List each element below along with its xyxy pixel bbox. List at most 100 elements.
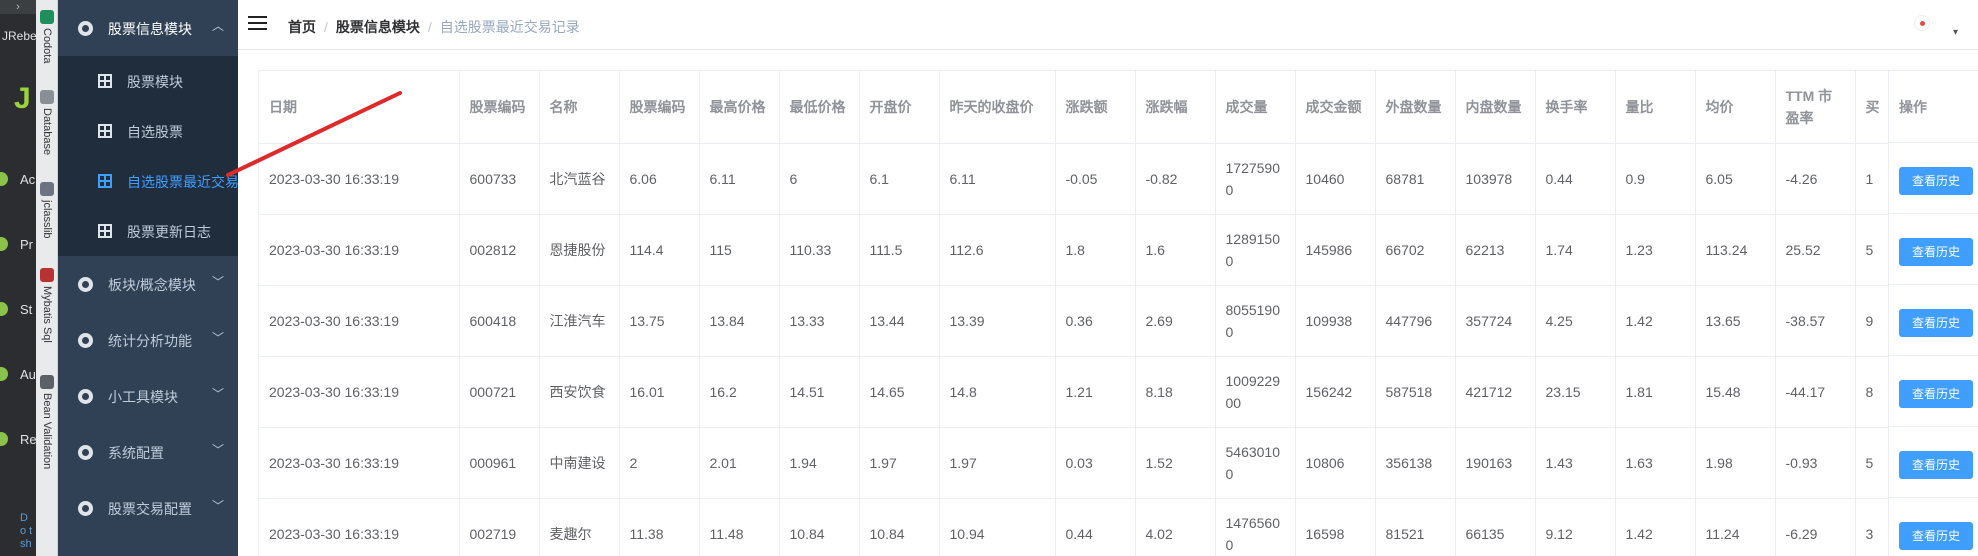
caret-down-icon[interactable]: ▾ xyxy=(1953,27,1958,38)
data-table: 日期 股票编码 名称 股票编码 最高价格 最低价格 开盘价 昨天的收盘价 涨跌额 涨跌幅 成交量 成交… xyxy=(259,71,1896,556)
table-cell: 10.84 xyxy=(859,498,940,556)
sidebar-item-update-log[interactable]: 股票更新日志 xyxy=(58,206,238,256)
table-cell: 23.15 xyxy=(1535,356,1616,428)
table-cell: 中南建设 xyxy=(539,427,620,499)
view-history-button[interactable]: 查看历史 xyxy=(1899,522,1973,550)
bean-validation-icon xyxy=(40,375,54,389)
hamburger-menu-icon[interactable] xyxy=(248,16,267,31)
tool-database[interactable]: Database xyxy=(37,90,57,155)
menu-group-icon xyxy=(78,277,93,292)
table-cell: 6.11 xyxy=(699,143,780,215)
table-cell: 16.01 xyxy=(619,356,700,428)
table-cell: 103978 xyxy=(1455,143,1536,215)
avatar[interactable] xyxy=(1914,15,1930,31)
table-cell: 17275900 xyxy=(1215,143,1296,215)
table-row: 2023-03-30 16:33:19 000961 中南建设 2 2.01 1.94 1.… xyxy=(259,427,1896,499)
ide-item[interactable]: St xyxy=(0,300,36,320)
check-icon xyxy=(0,302,8,316)
arrow-line xyxy=(226,91,402,177)
tool-bean-validation[interactable]: Bean Validation xyxy=(37,375,57,469)
table-cell: 13.39 xyxy=(939,285,1056,357)
table-cell: 0.44 xyxy=(1055,498,1136,556)
table-cell: 6.1 xyxy=(859,143,940,215)
table-cell: 66702 xyxy=(1375,214,1456,286)
ide-item[interactable]: Re xyxy=(0,430,37,450)
table-cell: 13.65 xyxy=(1695,285,1776,357)
check-icon xyxy=(0,432,8,446)
chevron-up-icon: ︿ xyxy=(211,19,224,33)
table-row: 2023-03-30 16:33:19 600418 江淮汽车 13.75 13.84 1… xyxy=(259,285,1896,357)
table-cell: 109938 xyxy=(1295,285,1376,357)
table-cell: -0.05 xyxy=(1055,143,1136,215)
table-cell: 13.44 xyxy=(859,285,940,357)
sidebar-item-stock-module[interactable]: 股票模块 xyxy=(58,56,238,106)
chevron-down-icon: ﹀ xyxy=(211,331,224,345)
table-cell: 13.84 xyxy=(699,285,780,357)
operation-header: 操作 xyxy=(1889,71,1978,143)
sidebar-group-stock-info[interactable]: 股票信息模块 ︿ xyxy=(58,0,238,56)
table-cell: 1.8 xyxy=(1055,214,1136,286)
table-icon xyxy=(98,124,112,138)
sidebar-group-sector[interactable]: 板块/概念模块 ﹀ xyxy=(58,256,238,312)
table-cell: 9.12 xyxy=(1535,498,1616,556)
table-cell: 2023-03-30 16:33:19 xyxy=(259,427,460,499)
sidebar-item-recent-trades[interactable]: 自选股票最近交易记录 xyxy=(58,156,238,206)
check-icon xyxy=(0,237,8,251)
table-cell: 13.33 xyxy=(779,285,860,357)
sidebar-group-system-config[interactable]: 系统配置 ﹀ xyxy=(58,424,238,480)
table-cell: 145986 xyxy=(1295,214,1376,286)
ide-item[interactable]: Au xyxy=(0,365,36,385)
view-history-button[interactable]: 查看历史 xyxy=(1899,309,1973,337)
tool-jclasslib[interactable]: jclasslib xyxy=(37,182,57,239)
breadcrumb-module[interactable]: 股票信息模块 xyxy=(336,19,420,35)
table-cell: 10.84 xyxy=(779,498,860,556)
ide-item[interactable]: Pr xyxy=(0,235,36,255)
table-cell: 0.03 xyxy=(1055,427,1136,499)
table-cell: 110.33 xyxy=(779,214,860,286)
table-cell: 恩捷股份 xyxy=(539,214,620,286)
table-cell: -6.29 xyxy=(1775,498,1856,556)
view-history-button[interactable]: 查看历史 xyxy=(1899,167,1973,195)
view-history-button[interactable]: 查看历史 xyxy=(1899,238,1973,266)
sidebar-group-statistics[interactable]: 统计分析功能 ﹀ xyxy=(58,312,238,368)
column-header: 开盘价 xyxy=(859,71,940,144)
navbar: 首页 / 股票信息模块 / 自选股票最近交易记录 ▾ xyxy=(238,0,1978,50)
operation-cell: 查看历史 xyxy=(1889,285,1978,356)
table-cell: 2023-03-30 16:33:19 xyxy=(259,356,460,428)
table-cell: 1.6 xyxy=(1135,214,1216,286)
table-cell: 6.05 xyxy=(1695,143,1776,215)
ide-expand-icon[interactable]: › xyxy=(0,0,36,14)
table-cell: 2.69 xyxy=(1135,285,1216,357)
annotation-arrow xyxy=(226,91,402,177)
table-cell: 1.63 xyxy=(1615,427,1696,499)
table-cell: 1.42 xyxy=(1615,498,1696,556)
table-cell: 1.43 xyxy=(1535,427,1616,499)
table-cell: 600418 xyxy=(459,285,540,357)
codota-icon xyxy=(40,10,54,24)
table-cell: 190163 xyxy=(1455,427,1536,499)
view-history-button[interactable]: 查看历史 xyxy=(1899,380,1973,408)
table-cell: -44.17 xyxy=(1775,356,1856,428)
tool-codota[interactable]: Codota xyxy=(37,10,57,63)
table-cell: 10.94 xyxy=(939,498,1056,556)
sidebar-group-trade-config[interactable]: 股票交易配置 ﹀ xyxy=(58,480,238,536)
table-cell: 600733 xyxy=(459,143,540,215)
operation-cell: 查看历史 xyxy=(1889,498,1978,556)
breadcrumb-home[interactable]: 首页 xyxy=(288,19,316,35)
table-cell: 北汽蓝谷 xyxy=(539,143,620,215)
jclasslib-icon xyxy=(40,182,54,196)
ide-bottom-link[interactable]: Do t sh xyxy=(20,512,34,551)
table-cell: 14.65 xyxy=(859,356,940,428)
table-cell: 25.52 xyxy=(1775,214,1856,286)
column-header: 外盘数量 xyxy=(1375,71,1456,144)
table-cell: 0.44 xyxy=(1535,143,1616,215)
tool-mybatis-sql[interactable]: Mybatis Sql xyxy=(37,268,57,343)
table-cell: 1.94 xyxy=(779,427,860,499)
sidebar-group-tools[interactable]: 小工具模块 ﹀ xyxy=(58,368,238,424)
operation-cell: 查看历史 xyxy=(1889,214,1978,285)
table-cell: 2 xyxy=(619,427,700,499)
sidebar-item-favorite-stocks[interactable]: 自选股票 xyxy=(58,106,238,156)
operation-cell: 查看历史 xyxy=(1889,143,1978,214)
ide-item[interactable]: Ac xyxy=(0,170,36,190)
view-history-button[interactable]: 查看历史 xyxy=(1899,451,1973,479)
